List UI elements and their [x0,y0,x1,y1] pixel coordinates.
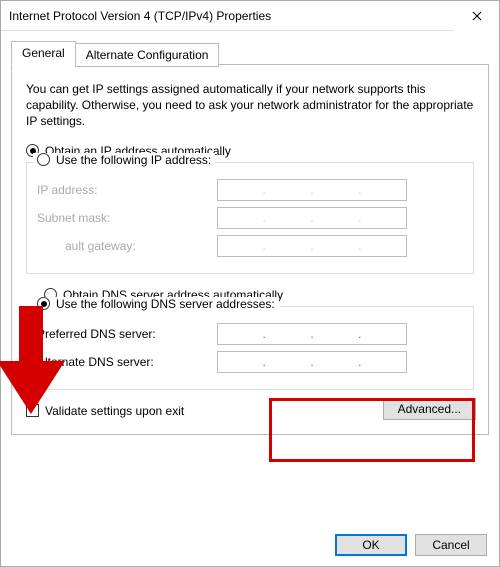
alternate-dns-input[interactable]: ... [217,351,407,373]
field-subnet-mask: Subnet mask: ... [37,207,463,229]
field-alternate-dns: Alternate DNS server: ... [37,351,463,373]
window-title: Internet Protocol Version 4 (TCP/IPv4) P… [9,9,454,23]
field-default-gateway: ault gateway: ... [37,235,463,257]
dialog-buttons: OK Cancel [1,526,499,566]
description-text: You can get IP settings assigned automat… [26,81,474,130]
tabs: General Alternate Configuration [11,41,489,65]
alternate-dns-label: Alternate DNS server: [37,355,217,369]
advanced-button[interactable]: Advanced... [383,398,476,420]
cancel-button[interactable]: Cancel [415,534,487,556]
ip-address-label: IP address: [37,183,217,197]
checkbox-icon [26,404,39,417]
subnet-mask-input[interactable]: ... [217,207,407,229]
default-gateway-label: ault gateway: [37,239,217,253]
subnet-mask-label: Subnet mask: [37,211,217,225]
ip-manual-group: Use the following IP address: IP address… [26,162,474,274]
close-button[interactable] [454,1,499,31]
ok-button[interactable]: OK [335,534,407,556]
radio-ip-manual[interactable]: Use the following IP address: [33,153,215,167]
radio-icon [37,153,50,166]
titlebar: Internet Protocol Version 4 (TCP/IPv4) P… [1,1,499,31]
tab-alternate-configuration[interactable]: Alternate Configuration [75,43,220,67]
tab-body-general: You can get IP settings assigned automat… [11,64,489,435]
preferred-dns-label: Preferred DNS server: [37,327,217,341]
dialog-content: General Alternate Configuration You can … [1,31,499,526]
radio-dns-manual[interactable]: Use the following DNS server addresses: [33,297,279,311]
preferred-dns-input[interactable]: ... [217,323,407,345]
dns-manual-group: Use the following DNS server addresses: … [26,306,474,390]
ip-address-input[interactable]: ... [217,179,407,201]
tab-general[interactable]: General [11,41,76,65]
validate-settings-label: Validate settings upon exit [45,404,184,418]
ipv4-properties-dialog: Internet Protocol Version 4 (TCP/IPv4) P… [0,0,500,567]
radio-ip-manual-label: Use the following IP address: [56,153,211,167]
radio-dns-manual-label: Use the following DNS server addresses: [56,297,275,311]
field-preferred-dns: Preferred DNS server: ... [37,323,463,345]
close-icon [472,11,482,21]
radio-icon [37,297,50,310]
default-gateway-input[interactable]: ... [217,235,407,257]
field-ip-address: IP address: ... [37,179,463,201]
